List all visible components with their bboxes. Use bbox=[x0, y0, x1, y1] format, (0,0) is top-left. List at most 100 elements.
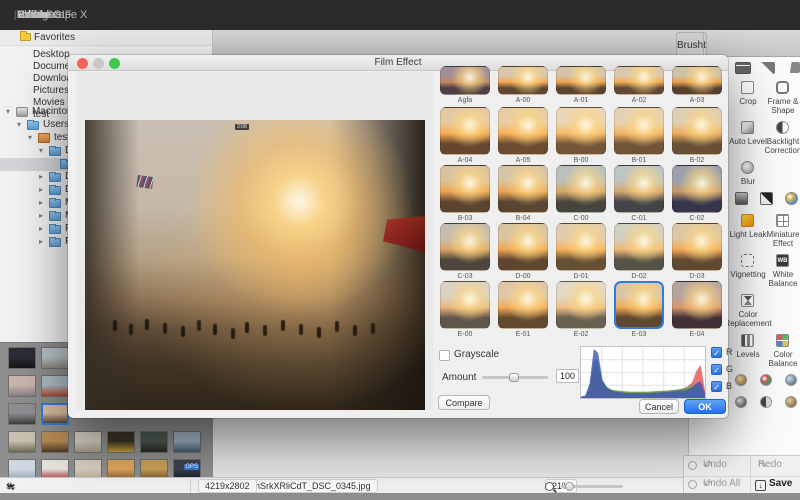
chevron-right-icon[interactable]: ▸ bbox=[39, 198, 43, 207]
channel-checkbox-b[interactable]: ✓ bbox=[711, 381, 722, 392]
chevron-down-icon[interactable]: ▾ bbox=[6, 107, 10, 116]
filter-thumb-e-03[interactable] bbox=[614, 281, 664, 329]
transform-icon[interactable] bbox=[760, 62, 775, 74]
filter-thumb-c-00[interactable] bbox=[556, 165, 606, 213]
photo-thumbnail[interactable] bbox=[8, 403, 36, 425]
photo-thumbnail[interactable] bbox=[41, 431, 69, 453]
miniature-icon[interactable] bbox=[776, 214, 789, 227]
chevron-down-icon[interactable]: ▾ bbox=[17, 120, 21, 129]
preset-cool-icon[interactable] bbox=[785, 374, 797, 386]
filter-thumb-c-01[interactable] bbox=[614, 165, 664, 213]
photo-thumbnail[interactable] bbox=[8, 347, 36, 369]
filter-thumb-b-01[interactable] bbox=[614, 107, 664, 155]
filter-thumb-e-01[interactable] bbox=[498, 281, 548, 329]
filter-thumb-a-01[interactable] bbox=[556, 66, 606, 95]
zoom-slider-thumb[interactable] bbox=[565, 482, 574, 491]
chevron-right-icon[interactable]: ▸ bbox=[39, 211, 43, 220]
chevron-right-icon[interactable]: ▸ bbox=[39, 185, 43, 194]
chevron-down-icon[interactable]: ▾ bbox=[39, 146, 43, 155]
filter-thumb-d-03[interactable] bbox=[672, 223, 722, 271]
gradient-icon[interactable] bbox=[735, 192, 748, 205]
preset-color-icon[interactable] bbox=[760, 374, 772, 386]
histogram-plot bbox=[581, 347, 705, 398]
colorbalance-icon[interactable] bbox=[776, 334, 789, 347]
filter-thumb-a-05[interactable] bbox=[498, 107, 548, 155]
editor-tabs: HomeObjectBrush bbox=[676, 32, 800, 57]
chevron-down-icon[interactable]: ▾ bbox=[28, 133, 32, 142]
autolevel-icon[interactable] bbox=[741, 121, 754, 134]
photo-thumbnail[interactable] bbox=[74, 459, 102, 477]
channel-checkbox-g[interactable]: ✓ bbox=[711, 364, 722, 375]
backlight-icon[interactable] bbox=[776, 121, 789, 134]
tool-label-whitebalance: White bbox=[757, 270, 800, 279]
levels-icon[interactable] bbox=[741, 334, 754, 347]
ok-button[interactable]: OK bbox=[684, 399, 726, 414]
grayscale-label: Grayscale bbox=[454, 349, 499, 360]
photo-thumbnail-selected[interactable] bbox=[41, 403, 69, 425]
filter-thumb-a-02[interactable] bbox=[614, 66, 664, 95]
photo-preview-pane: 3:08 bbox=[76, 72, 433, 410]
folder-icon bbox=[49, 186, 61, 195]
crop-icon[interactable] bbox=[741, 81, 754, 94]
tool-label-line2: Balance bbox=[757, 359, 800, 368]
chevron-right-icon[interactable]: ▸ bbox=[39, 237, 43, 246]
folder-icon bbox=[49, 212, 61, 221]
filter-thumb-b-03[interactable] bbox=[440, 165, 490, 213]
photo-thumbnail[interactable] bbox=[41, 347, 69, 369]
compare-button[interactable]: Compare bbox=[438, 395, 490, 410]
projector-icon[interactable] bbox=[785, 62, 800, 73]
filter-thumb-b-04[interactable] bbox=[498, 165, 548, 213]
forward-icon[interactable]: → bbox=[6, 480, 17, 492]
wb-icon[interactable]: WB bbox=[776, 254, 789, 267]
preset-duo-icon[interactable] bbox=[760, 396, 772, 408]
photo-thumbnail[interactable] bbox=[41, 375, 69, 397]
blur-icon[interactable] bbox=[741, 161, 754, 174]
amount-value[interactable]: 100 bbox=[556, 369, 579, 383]
filter-thumb-c-03[interactable] bbox=[440, 223, 490, 271]
filter-thumb-b-02[interactable] bbox=[672, 107, 722, 155]
filter-thumb-e-04[interactable] bbox=[672, 281, 722, 329]
filter-thumb-b-00[interactable] bbox=[556, 107, 606, 155]
channel-checkbox-r[interactable]: ✓ bbox=[711, 347, 722, 358]
filter-thumb-d-00[interactable] bbox=[498, 223, 548, 271]
filter-thumb-c-02[interactable] bbox=[672, 165, 722, 213]
photo-thumbnail[interactable] bbox=[107, 459, 135, 477]
colorreplace-icon[interactable] bbox=[741, 294, 754, 307]
filter-thumb-agfa[interactable] bbox=[440, 66, 490, 95]
film-effect-dialog: Film Effect 3:08 Grayscale Amount 100 ▲▼… bbox=[68, 55, 728, 418]
menu-item-store[interactable]: Store bbox=[14, 9, 46, 21]
contrast-triangle-icon[interactable] bbox=[760, 192, 773, 205]
filter-thumb-e-00[interactable] bbox=[440, 281, 490, 329]
filter-thumb-d-02[interactable] bbox=[614, 223, 664, 271]
lightleak-icon[interactable] bbox=[741, 214, 754, 227]
filter-thumb-e-02[interactable] bbox=[556, 281, 606, 329]
tool-label-line2: Replacement bbox=[722, 319, 774, 328]
paint-sphere-icon[interactable] bbox=[785, 192, 798, 205]
grayscale-checkbox[interactable] bbox=[439, 350, 450, 361]
photo-thumbnail[interactable] bbox=[8, 431, 36, 453]
filter-thumb-d-01[interactable] bbox=[556, 223, 606, 271]
channel-label-b: B bbox=[726, 381, 732, 391]
photo-thumbnail[interactable] bbox=[140, 431, 168, 453]
photo-thumbnail[interactable] bbox=[173, 431, 201, 453]
amount-slider-thumb[interactable] bbox=[509, 373, 519, 382]
photo-thumbnail[interactable] bbox=[140, 459, 168, 477]
photo-thumbnail[interactable]: GPS bbox=[173, 459, 201, 477]
photo-thumbnail[interactable] bbox=[74, 431, 102, 453]
filter-thumb-a-03[interactable] bbox=[672, 66, 722, 95]
photo-thumbnail[interactable] bbox=[107, 431, 135, 453]
save-button[interactable]: ↓Save bbox=[755, 478, 769, 489]
chevron-right-icon[interactable]: ▸ bbox=[39, 224, 43, 233]
filter-thumb-a-00[interactable] bbox=[498, 66, 548, 95]
filter-thumb-a-04[interactable] bbox=[440, 107, 490, 155]
photo-thumbnail[interactable] bbox=[8, 375, 36, 397]
chevron-right-icon[interactable]: ▸ bbox=[39, 172, 43, 181]
film-strip-icon[interactable] bbox=[735, 62, 751, 74]
photo-thumbnail[interactable] bbox=[41, 459, 69, 477]
preset-sepia-icon[interactable] bbox=[785, 396, 797, 408]
zoom-slider[interactable] bbox=[561, 485, 623, 488]
photo-thumbnail[interactable] bbox=[8, 459, 36, 477]
frame-icon[interactable] bbox=[776, 81, 789, 94]
vignetting-icon[interactable] bbox=[741, 254, 754, 267]
cancel-button[interactable]: Cancel bbox=[639, 399, 679, 414]
